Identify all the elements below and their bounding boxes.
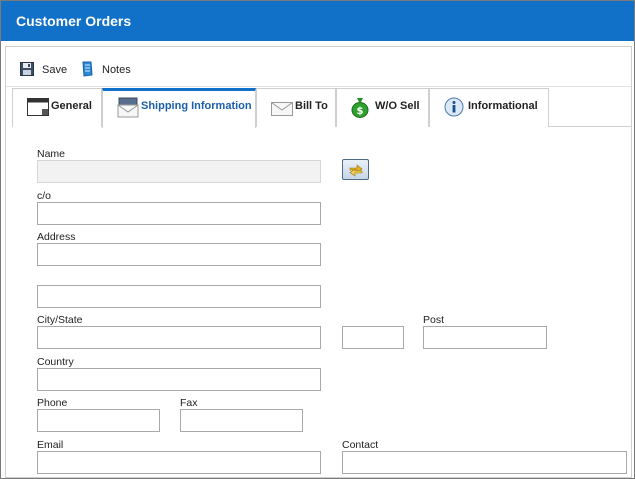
tab-bill-to[interactable]: Bill To bbox=[256, 88, 336, 127]
address-line2-field[interactable] bbox=[37, 285, 321, 308]
title-bar: Customer Orders bbox=[1, 1, 634, 41]
svg-text:$: $ bbox=[357, 106, 364, 117]
save-button[interactable]: Save bbox=[20, 61, 67, 79]
customer-orders-window: Customer Orders Save Notes General Shipp… bbox=[0, 0, 635, 479]
tab-strip: General Shipping Information Bill To $ W… bbox=[12, 88, 631, 128]
phone-field[interactable] bbox=[37, 409, 160, 432]
tab-informational[interactable]: Informational bbox=[429, 88, 549, 127]
email-label: Email bbox=[37, 439, 64, 451]
save-label: Save bbox=[42, 64, 68, 76]
co-field[interactable] bbox=[37, 202, 321, 225]
fax-label: Fax bbox=[180, 397, 198, 409]
post-field[interactable] bbox=[423, 326, 547, 349]
money-bag-icon: $ bbox=[351, 96, 369, 121]
window-title: Customer Orders bbox=[16, 13, 132, 29]
fax-field[interactable] bbox=[180, 409, 303, 432]
state-field[interactable] bbox=[342, 326, 404, 349]
shipping-form: Name c/o Address City/State Post Country… bbox=[6, 129, 631, 477]
country-field[interactable] bbox=[37, 368, 321, 391]
floppy-disk-icon bbox=[20, 61, 34, 79]
order-panel: Save Notes General Shipping Information … bbox=[5, 46, 632, 478]
shipping-envelope-icon bbox=[117, 96, 139, 121]
city-state-label: City/State bbox=[37, 314, 83, 326]
phone-label: Phone bbox=[37, 397, 68, 409]
envelope-icon bbox=[271, 102, 293, 119]
contact-field[interactable] bbox=[342, 451, 627, 474]
tab-general[interactable]: General bbox=[12, 88, 102, 127]
city-field[interactable] bbox=[37, 326, 321, 349]
name-field bbox=[37, 160, 321, 183]
address-line1-field[interactable] bbox=[37, 243, 321, 266]
tab-wo-sell-label: W/O Sell bbox=[375, 100, 420, 112]
country-label: Country bbox=[37, 356, 74, 368]
email-field[interactable] bbox=[37, 451, 321, 474]
name-label: Name bbox=[37, 148, 66, 160]
tab-shipping-label: Shipping Information bbox=[141, 100, 252, 112]
tab-wo-sell[interactable]: $ W/O Sell bbox=[336, 88, 429, 127]
contact-label: Contact bbox=[342, 439, 379, 451]
toolbar: Save Notes bbox=[6, 47, 631, 87]
co-label: c/o bbox=[37, 190, 52, 202]
post-label: Post bbox=[423, 314, 445, 326]
info-icon bbox=[444, 97, 464, 120]
tab-informational-label: Informational bbox=[468, 100, 538, 112]
arrow-swap-icon bbox=[348, 162, 364, 181]
name-lookup-button[interactable] bbox=[342, 159, 369, 180]
notes-button[interactable]: Notes bbox=[80, 61, 131, 79]
tab-bill-to-label: Bill To bbox=[295, 100, 328, 112]
tab-shipping-information[interactable]: Shipping Information bbox=[102, 88, 256, 128]
notes-label: Notes bbox=[102, 64, 131, 76]
address-label: Address bbox=[37, 231, 76, 243]
notes-icon bbox=[80, 61, 94, 80]
window-icon bbox=[27, 98, 49, 119]
tab-general-label: General bbox=[51, 100, 92, 112]
